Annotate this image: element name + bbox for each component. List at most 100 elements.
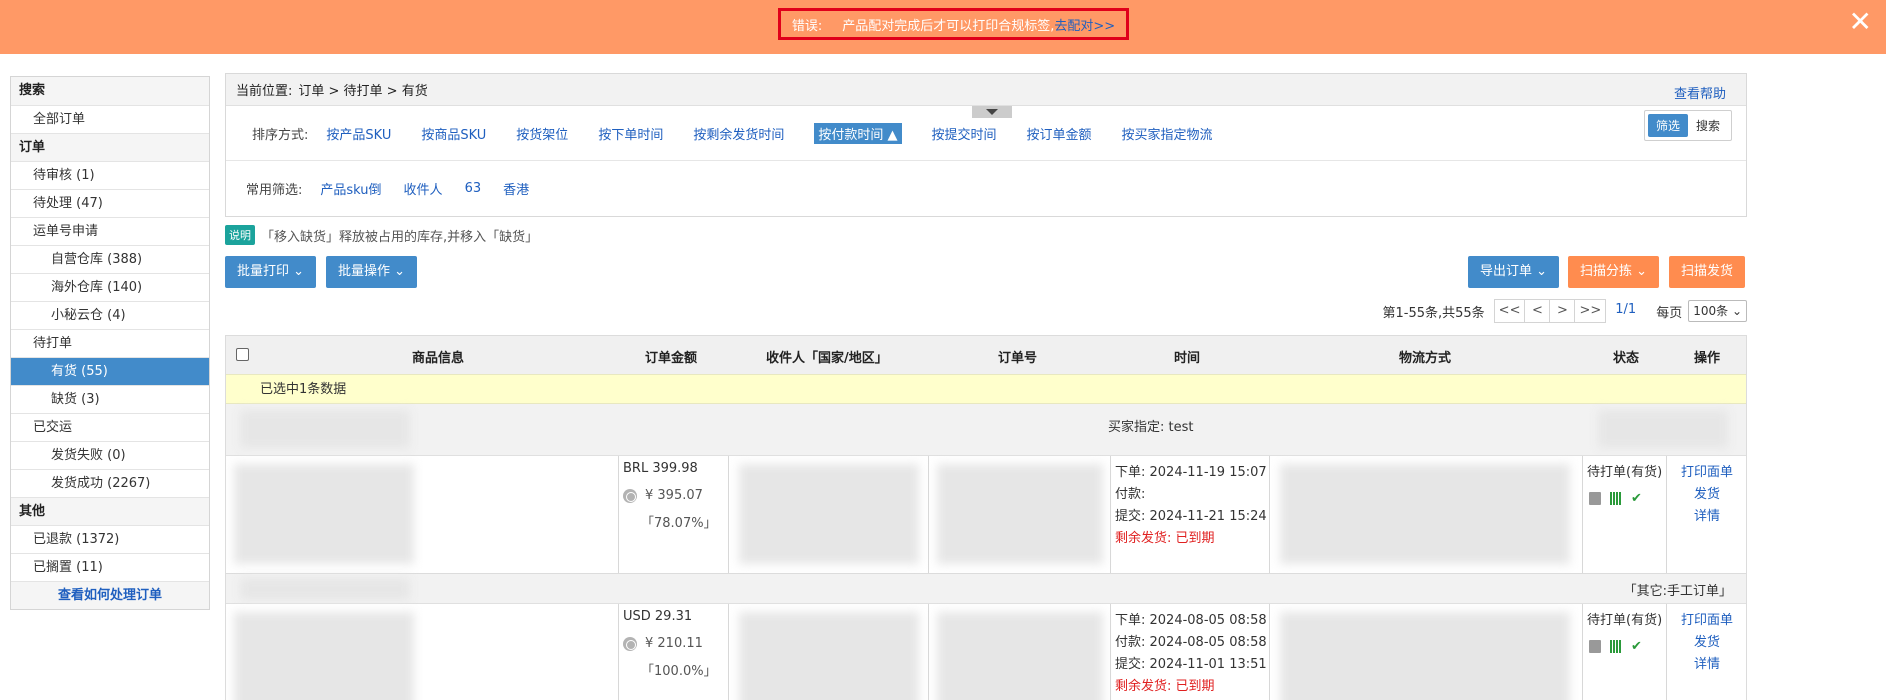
export-orders-button[interactable]: 导出订单 ⌄ bbox=[1468, 256, 1560, 288]
barcode-icon[interactable] bbox=[1610, 492, 1622, 505]
ship-link[interactable]: 发货 bbox=[1694, 631, 1720, 650]
coin-icon bbox=[623, 488, 637, 503]
batch-print-button[interactable]: 批量打印 ⌄ bbox=[225, 256, 317, 288]
sidebar-item-all-orders[interactable]: 全部订单 bbox=[11, 105, 209, 133]
sidebar-item-ship-success[interactable]: 发货成功 (2267) bbox=[11, 469, 209, 497]
print-label-link[interactable]: 打印面单 bbox=[1681, 461, 1733, 480]
blurred-recipient bbox=[739, 612, 919, 700]
sidebar-item-refunded[interactable]: 已退款 (1372) bbox=[11, 525, 209, 553]
sort-order-amount[interactable]: 按订单金额 bbox=[1027, 124, 1092, 143]
scan-sort-label: 扫描分拣 bbox=[1580, 264, 1633, 279]
breadcrumb-prefix: 当前位置: bbox=[236, 84, 293, 99]
detail-link[interactable]: 详情 bbox=[1694, 505, 1720, 524]
sidebar-item-pending[interactable]: 待处理 (47) bbox=[11, 189, 209, 217]
sidebar: 搜索 全部订单 订单 待审核 (1) 待处理 (47) 运单号申请 自营仓库 (… bbox=[10, 76, 210, 610]
sidebar-item-waybill-apply[interactable]: 运单号申请 bbox=[11, 217, 209, 245]
filter-panel: 当前位置: 订单 > 待打单 > 有货 查看帮助 排序方式: 按产品SKU 按商… bbox=[225, 73, 1747, 217]
scan-sort-button[interactable]: 扫描分拣 ⌄ bbox=[1568, 256, 1660, 288]
error-text: 产品配对完成后才可以打印合规标签, bbox=[842, 18, 1055, 34]
time-order: 下单: 2024-11-19 15:07 bbox=[1115, 465, 1267, 480]
document-icon[interactable] bbox=[1589, 640, 1601, 653]
logistics-cell bbox=[1270, 456, 1582, 573]
amount-cell: BRL 399.98 ¥ 395.07 「78.07%」 bbox=[618, 456, 728, 573]
sidebar-item-overseas-warehouse[interactable]: 海外仓库 (140) bbox=[11, 273, 209, 301]
blurred-order-no bbox=[937, 464, 1103, 564]
note-row: 说明 「移入缺货」释放被占用的库存,并移入「缺货」 bbox=[225, 225, 538, 245]
page-first-button[interactable]: << bbox=[1493, 299, 1526, 323]
collapse-toggle-icon[interactable] bbox=[972, 106, 1012, 118]
status-cell: 待打单(有货) ✔ bbox=[1582, 604, 1666, 700]
amount-cny-value: ¥ 210.11 bbox=[645, 636, 703, 651]
th-ops: 操作 bbox=[1694, 351, 1721, 366]
view-toggle: 筛选 搜索 bbox=[1643, 110, 1732, 141]
error-banner: 错误: 产品配对完成后才可以打印合规标签, 去配对>> ✕ bbox=[0, 0, 1886, 54]
page-prev-button[interactable]: < bbox=[1524, 299, 1551, 323]
table-row[interactable]: BRL 399.98 ¥ 395.07 「78.07%」 下单: 2024-11… bbox=[226, 456, 1746, 574]
th-product: 商品信息 bbox=[412, 351, 465, 366]
common-filter-sku-desc[interactable]: 产品sku倒 bbox=[320, 179, 381, 198]
th-time: 时间 bbox=[1174, 351, 1201, 366]
sort-paid-time[interactable]: 按付款时间 ▲ bbox=[814, 122, 902, 144]
sort-label: 排序方式: bbox=[252, 127, 309, 143]
order-amount: USD 29.31 bbox=[623, 609, 693, 624]
time-paid: 付款: bbox=[1115, 487, 1146, 502]
sort-remaining-ship-time[interactable]: 按剩余发货时间 bbox=[693, 124, 784, 143]
page-next-button[interactable]: > bbox=[1549, 299, 1576, 323]
help-link[interactable]: 查看帮助 bbox=[1674, 83, 1726, 102]
search-toggle-button[interactable]: 搜索 bbox=[1688, 114, 1728, 137]
sort-submit-time[interactable]: 按提交时间 bbox=[932, 124, 997, 143]
sort-paid-time-label: 按付款时间 bbox=[818, 127, 884, 143]
batch-ops-button[interactable]: 批量操作 ⌄ bbox=[326, 256, 418, 288]
sort-shelf[interactable]: 按货架位 bbox=[516, 124, 568, 143]
sidebar-item-out-of-stock[interactable]: 缺货 (3) bbox=[11, 385, 209, 413]
sidebar-item-to-print[interactable]: 待打单 bbox=[11, 329, 209, 357]
sidebar-head-search[interactable]: 搜索 bbox=[11, 77, 209, 105]
pagination: 第1-55条,共55条 << < > >> 1/1 每页 100条 ⌄ bbox=[1382, 298, 1747, 324]
error-label: 错误: bbox=[791, 18, 823, 34]
document-icon[interactable] bbox=[1589, 492, 1601, 505]
th-status: 状态 bbox=[1613, 351, 1640, 366]
sidebar-item-on-hold[interactable]: 已搁置 (11) bbox=[11, 553, 209, 581]
blurred-region bbox=[240, 410, 410, 448]
common-filter-hongkong[interactable]: 香港 bbox=[503, 179, 529, 198]
close-icon[interactable]: ✕ bbox=[1849, 6, 1872, 38]
sidebar-item-cloud-warehouse[interactable]: 小秘云仓 (4) bbox=[11, 301, 209, 329]
recipient-cell bbox=[728, 604, 928, 700]
table-row[interactable]: USD 29.31 ¥ 210.11 「100.0%」 下单: 2024-08-… bbox=[226, 604, 1746, 700]
export-orders-label: 导出订单 bbox=[1480, 264, 1533, 279]
common-filters-row: 常用筛选: 产品sku倒 收件人 63 香港 bbox=[226, 160, 1746, 216]
sidebar-item-own-warehouse[interactable]: 自营仓库 (388) bbox=[11, 245, 209, 273]
blurred-order-no bbox=[937, 612, 1103, 700]
sort-product-sku[interactable]: 按产品SKU bbox=[326, 124, 391, 143]
page-last-button[interactable]: >> bbox=[1574, 299, 1607, 323]
sidebar-item-pending-review[interactable]: 待审核 (1) bbox=[11, 161, 209, 189]
selection-bar: 已选中1条数据 bbox=[226, 374, 1746, 404]
ship-link[interactable]: 发货 bbox=[1694, 483, 1720, 502]
common-filter-63[interactable]: 63 bbox=[465, 181, 482, 196]
time-cell: 下单: 2024-11-19 15:07 付款: 提交: 2024-11-21 … bbox=[1110, 456, 1270, 573]
check-icon[interactable]: ✔ bbox=[1631, 639, 1642, 654]
sidebar-item-ship-failed[interactable]: 发货失败 (0) bbox=[11, 441, 209, 469]
filter-toggle-button[interactable]: 筛选 bbox=[1647, 114, 1688, 137]
sort-buyer-logistics[interactable]: 按买家指定物流 bbox=[1122, 124, 1213, 143]
sidebar-howto-link[interactable]: 查看如何处理订单 bbox=[11, 581, 209, 609]
per-page-select[interactable]: 100条 ⌄ bbox=[1688, 300, 1747, 322]
error-message-box: 错误: 产品配对完成后才可以打印合规标签, 去配对>> bbox=[778, 8, 1129, 40]
sidebar-item-shipped[interactable]: 已交运 bbox=[11, 413, 209, 441]
chevron-down-icon: ⌄ bbox=[293, 264, 305, 279]
go-pair-link[interactable]: 去配对>> bbox=[1054, 15, 1115, 34]
sidebar-item-in-stock[interactable]: 有货 (55) bbox=[11, 357, 209, 385]
select-all-checkbox[interactable] bbox=[236, 348, 249, 361]
print-label-link[interactable]: 打印面单 bbox=[1681, 609, 1733, 628]
amount-cny: ¥ 395.07 bbox=[623, 488, 703, 503]
scan-ship-button[interactable]: 扫描发货 bbox=[1669, 256, 1746, 288]
check-icon[interactable]: ✔ bbox=[1631, 491, 1642, 506]
order-group-header: 买家指定: test bbox=[226, 404, 1746, 456]
common-filter-recipient[interactable]: 收件人 bbox=[404, 179, 443, 198]
detail-link[interactable]: 详情 bbox=[1694, 653, 1720, 672]
th-amount: 订单金额 bbox=[645, 351, 698, 366]
sidebar-head-orders: 订单 bbox=[11, 133, 209, 161]
sort-item-sku[interactable]: 按商品SKU bbox=[421, 124, 486, 143]
barcode-icon[interactable] bbox=[1610, 640, 1622, 653]
sort-order-time[interactable]: 按下单时间 bbox=[598, 124, 663, 143]
